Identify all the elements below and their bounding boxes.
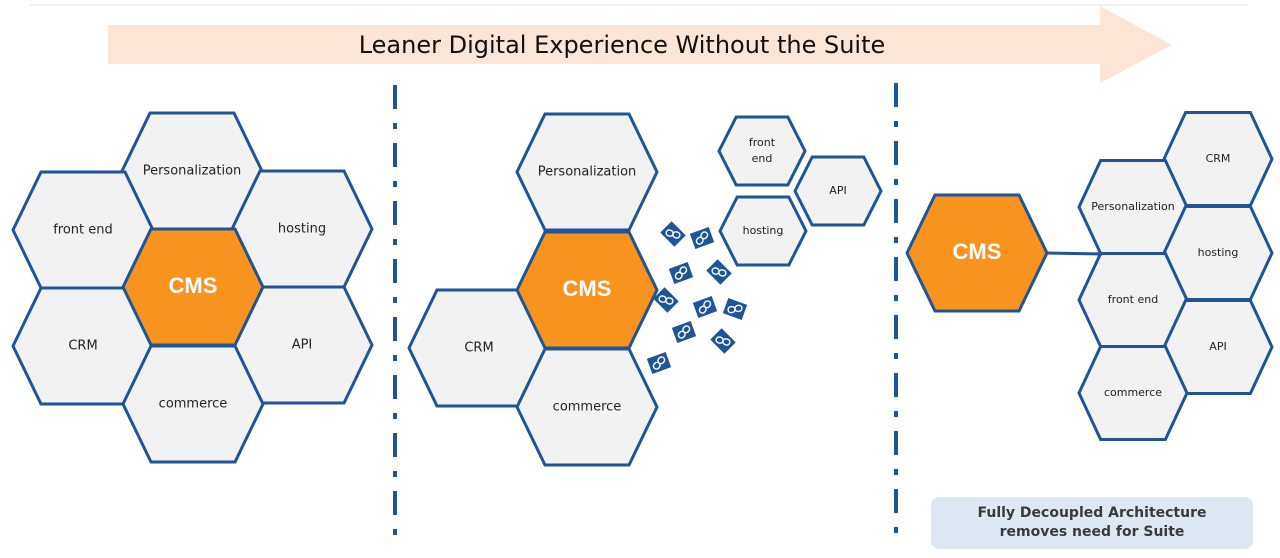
p1-hex-cms: CMS	[121, 227, 265, 347]
broken-link-icon	[706, 259, 732, 285]
p2-detached-hex-front-end-shape	[717, 115, 807, 187]
p2-detached-hex-hosting: hosting	[718, 195, 808, 267]
p2-detached-hex-api-label: API	[829, 184, 846, 197]
p2-hex-crm-label: CRM	[464, 341, 493, 356]
broken-link-icon	[668, 262, 694, 284]
note-line-1: Fully Decoupled Architecture	[977, 505, 1207, 521]
p1-hex-api-label: API	[292, 338, 313, 353]
p3-hex-crm-label: CRM	[1206, 152, 1231, 165]
p3-hex-commerce-label: commerce	[1104, 386, 1162, 399]
p3-hex-commerce: commerce	[1077, 345, 1189, 441]
p2-detached-hex-hosting-label: hosting	[743, 224, 784, 237]
p2-hex-cms: CMS	[515, 230, 659, 350]
banner-title: Leaner Digital Experience Without the Su…	[359, 31, 886, 59]
broken-link-icon	[646, 352, 672, 374]
p2-hex-personalization: Personalization	[515, 112, 659, 232]
broken-link-icon	[689, 227, 715, 249]
p3-hex-cms-label: CMS	[953, 239, 1002, 264]
p2-hex-cms-label: CMS	[563, 276, 612, 301]
p1-hex-cms-label: CMS	[169, 273, 218, 298]
p2-detached-hex-api: API	[793, 155, 883, 227]
p2-detached-hex-front-end-label: end	[752, 152, 773, 165]
broken-link-icon	[671, 321, 697, 343]
p3-hex-personalization-label: Personalization	[1091, 200, 1174, 213]
note-line-2: removes need for Suite	[999, 524, 1185, 540]
broken-link-icon	[722, 298, 748, 320]
broken-link-icon	[660, 221, 686, 247]
decoupled-note: Fully Decoupled Architecture removes nee…	[931, 497, 1253, 549]
connector-line	[1045, 251, 1103, 256]
p2-detached-hex-front-end: front end	[717, 115, 807, 187]
broken-link-icon	[692, 296, 718, 318]
p3-hex-hosting-label: hosting	[1198, 246, 1239, 259]
p2-hex-personalization-label: Personalization	[538, 165, 637, 180]
p1-hex-hosting-label: hosting	[278, 222, 326, 237]
p2-hex-commerce: commerce	[515, 347, 659, 467]
p3-hex-api-label: API	[1209, 340, 1226, 353]
p1-hex-front-end-label: front end	[53, 223, 113, 238]
p3-hex-front-end-label: front end	[1108, 293, 1158, 306]
p1-hex-crm-label: CRM	[68, 339, 97, 354]
p1-hex-commerce-label: commerce	[159, 397, 228, 412]
diagram-canvas: Leaner Digital Experience Without the Su…	[11, 4, 1274, 538]
p2-detached-hex-front-end-label: front	[749, 136, 776, 149]
broken-link-icon	[710, 328, 736, 354]
p1-hex-commerce: commerce	[121, 344, 265, 464]
p2-hex-commerce-label: commerce	[553, 400, 622, 415]
p3-hex-cms: CMS	[905, 193, 1049, 313]
p1-hex-personalization-label: Personalization	[143, 164, 242, 179]
